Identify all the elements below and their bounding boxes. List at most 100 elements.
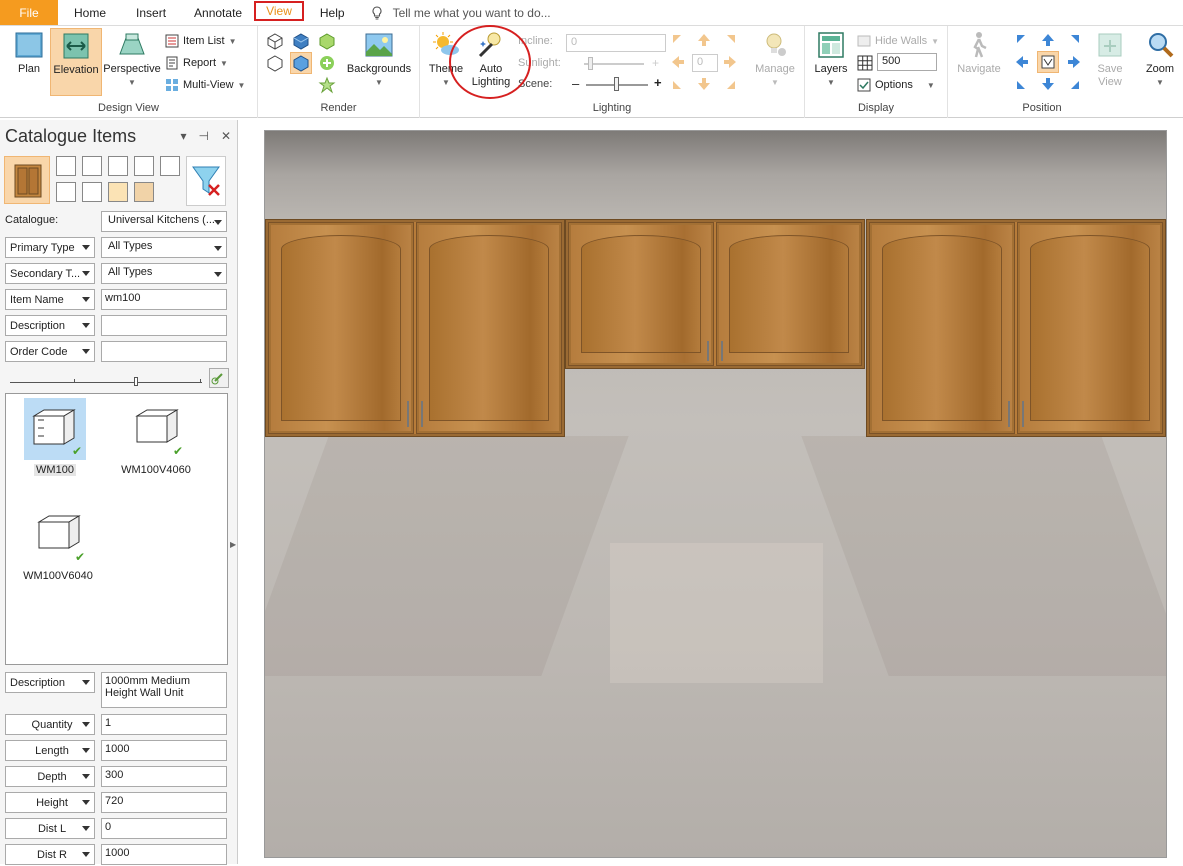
wireframe-cube-icon[interactable] xyxy=(266,32,284,50)
pan-down-icon[interactable] xyxy=(1040,76,1056,92)
arrow-up-right-icon[interactable] xyxy=(722,32,738,48)
cabinet-door[interactable] xyxy=(716,222,862,366)
green-plus-icon[interactable] xyxy=(318,54,336,72)
depth-property[interactable]: Depth xyxy=(5,766,95,787)
zoom-button[interactable]: Zoom ▼ xyxy=(1140,30,1180,89)
manage-button[interactable]: Manage ▼ xyxy=(750,30,800,89)
panel-splitter-arrow[interactable]: ▶ xyxy=(230,540,236,549)
scene-minus[interactable]: – xyxy=(572,76,579,91)
layers-button[interactable]: Layers ▼ xyxy=(813,30,849,89)
incline-input[interactable]: 0 xyxy=(566,34,666,52)
menu-insert[interactable]: Insert xyxy=(122,0,180,25)
quantity-input[interactable]: 1 xyxy=(101,714,227,735)
cabinet-door[interactable] xyxy=(416,222,562,434)
dropdown-icon[interactable]: ▾ xyxy=(180,129,186,143)
description-property[interactable]: Description xyxy=(5,672,95,693)
description-property-value[interactable]: 1000mm Medium Height Wall Unit xyxy=(101,672,227,708)
tell-me-box[interactable]: Tell me what you want to do... xyxy=(371,0,551,25)
category-light-tab[interactable] xyxy=(108,182,128,202)
length-input[interactable]: 1000 xyxy=(101,740,227,761)
category-arch-tab[interactable] xyxy=(108,156,128,176)
elevation-viewport[interactable] xyxy=(264,130,1167,858)
sunlight-input[interactable]: 0 xyxy=(692,54,718,72)
primary-type-select[interactable]: All Types xyxy=(101,237,227,258)
dist-r-property[interactable]: Dist R xyxy=(5,844,95,865)
arrow-left-icon[interactable] xyxy=(670,54,686,70)
arrow-down-left-icon[interactable] xyxy=(670,76,686,92)
list-item[interactable]: ✔ WM100 xyxy=(20,398,90,476)
menu-file[interactable]: File xyxy=(0,0,58,25)
pan-up-left-icon[interactable] xyxy=(1014,32,1030,48)
cabinet-door[interactable] xyxy=(268,222,414,434)
green-cube-icon[interactable] xyxy=(318,32,336,50)
sunlight-slider-thumb[interactable] xyxy=(588,57,593,70)
order-code-input[interactable] xyxy=(101,341,227,362)
height-input[interactable]: 720 xyxy=(101,792,227,813)
item-list-button[interactable]: Item List ▼ xyxy=(165,32,237,50)
category-appliance-tab[interactable] xyxy=(134,182,154,202)
perspective-button[interactable]: Perspective ▼ xyxy=(102,30,162,89)
multi-view-button[interactable]: Multi-View ▼ xyxy=(165,76,245,94)
category-dots-tab[interactable] xyxy=(82,156,102,176)
save-view-button[interactable]: Save View xyxy=(1092,30,1128,89)
cabinet-door[interactable] xyxy=(568,222,714,366)
pan-up-right-icon[interactable] xyxy=(1066,32,1082,48)
arrow-down-right-icon[interactable] xyxy=(722,76,738,92)
filter-clear-button[interactable] xyxy=(186,156,226,206)
item-name-filter[interactable]: Item Name xyxy=(5,289,95,310)
quantity-property[interactable]: Quantity xyxy=(5,714,95,735)
solid-cube-icon[interactable] xyxy=(292,32,310,50)
dist-l-input[interactable]: 0 xyxy=(101,818,227,839)
category-cabinet-tab[interactable] xyxy=(4,156,50,204)
slider-thumb[interactable] xyxy=(134,377,138,386)
sunlight-plus[interactable]: + xyxy=(652,56,659,70)
outline-cube-icon[interactable] xyxy=(266,54,284,72)
hide-walls-button[interactable]: Hide Walls ▼ xyxy=(857,32,939,50)
menu-home[interactable]: Home xyxy=(58,0,122,25)
scene-plus[interactable]: + xyxy=(654,75,662,90)
height-property[interactable]: Height xyxy=(5,792,95,813)
menu-view[interactable]: View xyxy=(254,1,304,21)
category-home-tab[interactable] xyxy=(56,182,76,202)
arrow-down-icon[interactable] xyxy=(696,76,712,92)
pan-right-icon[interactable] xyxy=(1066,54,1082,70)
description-filter-input[interactable] xyxy=(101,315,227,336)
category-screen-tab[interactable] xyxy=(160,156,180,176)
secondary-type-filter[interactable]: Secondary T... xyxy=(5,263,95,284)
scene-slider[interactable] xyxy=(586,77,648,91)
category-corner-tab[interactable] xyxy=(56,156,76,176)
green-star-icon[interactable] xyxy=(318,76,336,94)
cabinet-door[interactable] xyxy=(1017,222,1163,434)
length-property[interactable]: Length xyxy=(5,740,95,761)
arrow-right-icon[interactable] xyxy=(722,54,738,70)
menu-annotate[interactable]: Annotate xyxy=(180,0,250,25)
menu-help[interactable]: Help xyxy=(308,0,357,25)
pan-down-left-icon[interactable] xyxy=(1014,76,1030,92)
arrow-up-left-icon[interactable] xyxy=(670,32,686,48)
cabinet-door[interactable] xyxy=(869,222,1015,434)
list-item[interactable]: ✔ WM100V4060 xyxy=(116,398,196,476)
description-filter[interactable]: Description xyxy=(5,315,95,336)
dist-r-input[interactable]: 1000 xyxy=(101,844,227,865)
wall-cabinet-middle[interactable] xyxy=(565,219,865,369)
arrow-up-icon[interactable] xyxy=(696,32,712,48)
catalogue-select[interactable]: Universal Kitchens (... xyxy=(101,211,227,232)
depth-input[interactable]: 300 xyxy=(101,766,227,787)
primary-type-filter[interactable]: Primary Type xyxy=(5,237,95,258)
order-code-filter[interactable]: Order Code xyxy=(5,341,95,362)
close-icon[interactable]: ✕ xyxy=(221,129,231,143)
pan-down-right-icon[interactable] xyxy=(1066,76,1082,92)
backgrounds-button[interactable]: Backgrounds ▼ xyxy=(342,30,416,89)
category-grid-tab[interactable] xyxy=(134,156,154,176)
wall-cabinet-left[interactable] xyxy=(265,219,565,437)
pin-icon[interactable]: ⊣ xyxy=(198,129,208,143)
grid-size-input[interactable]: 500 xyxy=(877,53,937,71)
pan-up-icon[interactable] xyxy=(1040,32,1056,48)
wall-cabinet-right[interactable] xyxy=(866,219,1166,437)
scene-slider-thumb[interactable] xyxy=(614,77,619,91)
report-button[interactable]: Report ▼ xyxy=(165,54,228,72)
item-name-input[interactable]: wm100 xyxy=(101,289,227,310)
render-selected-cube[interactable] xyxy=(290,52,312,74)
thumbnail-size-slider[interactable] xyxy=(10,377,202,386)
category-frame-tab[interactable] xyxy=(82,182,102,202)
